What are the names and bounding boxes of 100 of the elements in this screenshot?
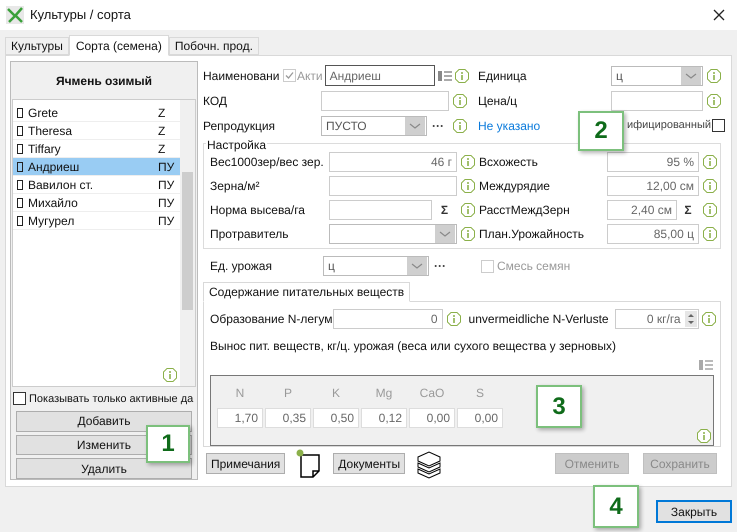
action-button[interactable]: Документы: [333, 453, 406, 474]
list-row[interactable]: Андриеш ПУ: [13, 158, 180, 176]
app-icon: [6, 6, 24, 24]
variety-code: Z: [158, 104, 166, 122]
scrollbar[interactable]: [180, 100, 195, 386]
info-icon: [703, 155, 717, 169]
spin-field[interactable]: 0 кг/га: [614, 308, 699, 328]
list-header: Ячмень озимый: [54, 72, 154, 90]
info-icon: [461, 179, 475, 193]
input-field[interactable]: 1,70: [217, 408, 263, 428]
tab[interactable]: Содержание питательных веществ: [203, 282, 410, 302]
input-field[interactable]: 46 г: [329, 152, 457, 172]
field-label: Образование N-легум: [210, 310, 333, 328]
item-icon: [17, 126, 23, 136]
item-icon: [17, 108, 23, 118]
callout-tooltip: 3: [536, 385, 582, 428]
field-label: Единица: [478, 68, 528, 84]
field-label: Цена/ц: [478, 92, 518, 110]
dropdown[interactable]: ц: [323, 256, 429, 276]
field-label: Норма высева/га: [210, 202, 306, 219]
input-field[interactable]: 0,00: [457, 408, 503, 428]
list-button[interactable]: Добавить: [16, 410, 192, 432]
input-field[interactable]: 2,40 см: [607, 200, 677, 220]
dropdown[interactable]: ПУСТО: [321, 116, 427, 136]
column-header: S: [474, 385, 485, 402]
checkbox[interactable]: [13, 392, 26, 406]
dropdown-caret-icon: [681, 66, 701, 84]
info-icon: [707, 94, 721, 108]
variety-name: Grete: [28, 104, 60, 122]
input-field[interactable]: 0,35: [265, 408, 311, 428]
variety-code: ПУ: [158, 194, 174, 212]
variety-name: Михайло: [28, 194, 79, 212]
info-icon: [697, 428, 711, 443]
variety-code: ПУ: [158, 176, 174, 194]
info-icon: [707, 68, 721, 82]
info-icon: [453, 118, 467, 132]
action-button[interactable]: Примечания: [206, 453, 286, 474]
dropdown[interactable]: [329, 224, 457, 244]
input-field[interactable]: 95 %: [607, 152, 699, 172]
info-icon: [461, 155, 475, 169]
checkbox-label: ифицированный: [626, 118, 711, 134]
checkbox-label: Акти: [297, 68, 323, 84]
list-row[interactable]: Вавилон ст. ПУ: [13, 176, 180, 194]
spin-arrows-icon: [684, 310, 697, 326]
info-icon: [461, 203, 475, 217]
close-icon: [713, 9, 725, 21]
input-field[interactable]: 12,00 см: [607, 176, 699, 196]
field-label: Репродукция: [203, 118, 276, 134]
variety-name: Theresa: [28, 122, 74, 140]
item-icon: [17, 198, 23, 208]
item-icon: [17, 216, 23, 226]
item-icon: [17, 162, 23, 172]
field-label: План.Урожайность: [479, 226, 586, 243]
field-label: Ед. урожая: [210, 258, 273, 276]
list-button[interactable]: Удалить: [16, 458, 192, 480]
input-field[interactable]: 85,00 ц: [607, 224, 699, 244]
item-icon: [17, 144, 23, 154]
input-field[interactable]: [329, 176, 457, 196]
info-icon: [703, 179, 717, 193]
input-field[interactable]: 0: [332, 308, 443, 328]
tab[interactable]: Побочн. прод.: [168, 37, 259, 55]
more-button[interactable]: Σ: [440, 204, 448, 216]
callout-tooltip: 1: [146, 425, 190, 463]
dropdown-caret-icon: [405, 116, 425, 134]
input-field[interactable]: [321, 90, 449, 110]
callout-tooltip: 4: [593, 485, 639, 528]
column-header: Mg: [374, 385, 394, 402]
input-field[interactable]: [611, 90, 703, 110]
field-label: Всхожесть: [479, 154, 539, 171]
info-icon: [163, 368, 177, 382]
more-button[interactable]: ···: [434, 260, 446, 272]
info-icon: [453, 94, 467, 108]
variety-code: ПУ: [158, 212, 174, 230]
name-input[interactable]: Андриеш: [324, 65, 435, 86]
variety-code: Z: [158, 122, 166, 140]
input-field[interactable]: [329, 200, 432, 220]
field-label: Наименовани: [203, 68, 281, 84]
variety-name: Tiffary: [28, 140, 62, 158]
more-button[interactable]: Σ: [684, 204, 692, 216]
list-row[interactable]: Мугурел ПУ: [13, 212, 180, 230]
field-label: unvermeidliche N-Verluste: [468, 310, 609, 328]
checkbox[interactable]: [712, 119, 725, 132]
variety-code: Z: [158, 140, 166, 158]
link[interactable]: Не указано: [478, 116, 540, 134]
description-text: Вынос пит. веществ, кг/ц. урожая (веса или сухого вещества у зерновых): [210, 338, 618, 356]
input-field[interactable]: 0,00: [409, 408, 455, 428]
input-field[interactable]: 0,12: [361, 408, 407, 428]
dropdown[interactable]: ц: [611, 66, 703, 86]
info-icon: [461, 227, 475, 241]
tab[interactable]: Сорта (семена): [68, 35, 169, 56]
tab[interactable]: Культуры: [5, 37, 69, 55]
input-field[interactable]: 0,50: [313, 408, 359, 428]
info-icon: [703, 203, 717, 217]
list-row[interactable]: Theresa Z: [13, 122, 180, 140]
more-button[interactable]: ···: [432, 120, 444, 132]
list-row[interactable]: Михайло ПУ: [13, 194, 180, 212]
close-button[interactable]: Закрыть: [656, 500, 732, 523]
list-row[interactable]: Grete Z: [13, 104, 180, 122]
checkbox-label: Смесь семян: [497, 258, 570, 276]
window-title: Культуры / сорта: [30, 6, 131, 24]
